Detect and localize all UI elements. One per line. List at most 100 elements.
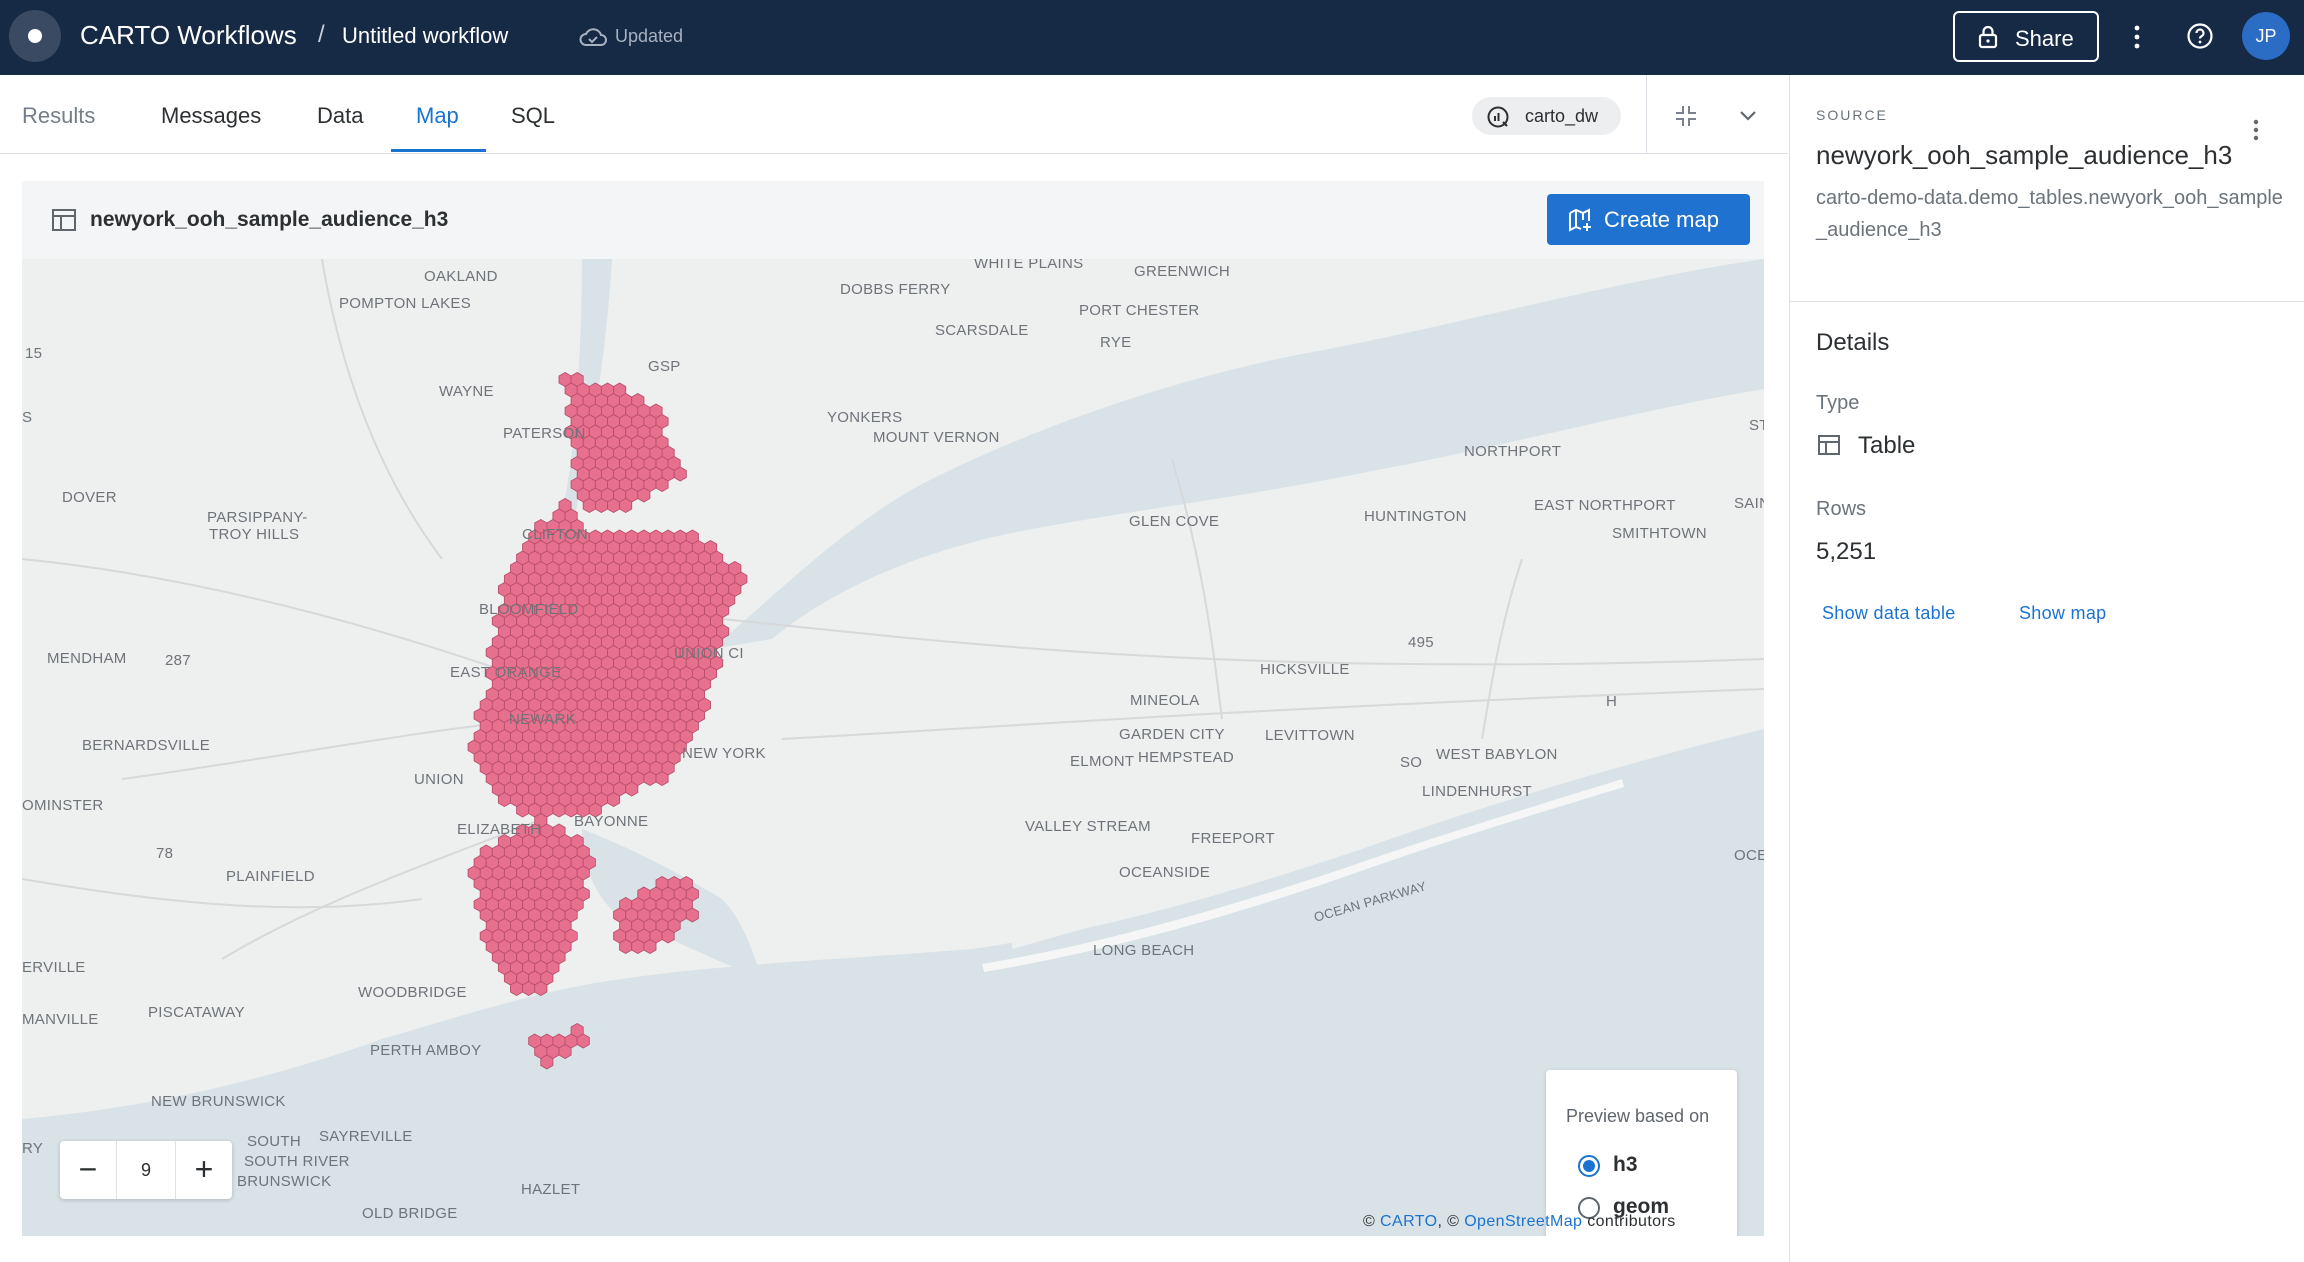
place-label: MENDHAM — [47, 650, 127, 667]
place-label: NEWARK — [509, 711, 577, 728]
place-label: SMITHTOWN — [1612, 525, 1707, 542]
place-label: ERVILLE — [22, 959, 86, 976]
place-label: SAYREVILLE — [319, 1128, 413, 1145]
connection-name: carto_dw — [1525, 106, 1599, 126]
place-label: SCARSDALE — [935, 322, 1029, 339]
zoom-out-button[interactable]: − — [60, 1141, 117, 1199]
place-label: CLIFTON — [522, 526, 588, 543]
show-map-button[interactable]: Show map — [2019, 603, 2106, 624]
osm-link[interactable]: OpenStreetMap — [1464, 1213, 1582, 1230]
workflow-title[interactable]: Untitled workflow — [342, 23, 508, 49]
h3-hexagon — [516, 802, 530, 818]
create-map-button[interactable]: Create map — [1547, 194, 1750, 245]
collapse-icon[interactable] — [1673, 103, 1699, 129]
place-label: 78 — [156, 845, 174, 862]
place-label: PARSIPPANY- — [207, 509, 308, 526]
place-label: YONKERS — [827, 409, 903, 426]
place-label: POMPTON LAKES — [339, 295, 471, 312]
place-label: RYE — [1100, 334, 1132, 351]
place-label: WEST BABYLON — [1436, 746, 1558, 763]
place-label: BAYONNE — [574, 813, 649, 830]
help-icon[interactable] — [2186, 22, 2214, 50]
place-label: GSP — [648, 358, 681, 375]
table-name: newyork_ooh_sample_audience_h3 — [90, 208, 449, 231]
table-icon — [52, 209, 76, 231]
more-options-icon[interactable] — [2246, 115, 2266, 145]
radio-h3-label[interactable]: h3 — [1613, 1153, 1638, 1177]
place-label: HUNTINGTON — [1364, 508, 1467, 525]
radio-h3[interactable] — [1578, 1155, 1600, 1177]
place-label: OCE — [1734, 847, 1764, 864]
chevron-down-icon[interactable] — [1736, 105, 1760, 127]
map-preview-card: newyork_ooh_sample_audience_h3 Create ma… — [22, 181, 1764, 1236]
connection-chip[interactable]: carto_dw — [1472, 97, 1621, 135]
map-canvas[interactable]: WHITE PLAINS GREENWICH OAKLAND DOBBS FER… — [22, 259, 1764, 1236]
place-label: EAST ORANGE — [450, 664, 562, 681]
top-bar: CARTO Workflows / Untitled workflow Upda… — [0, 0, 2304, 75]
h3-hexagon — [594, 497, 608, 514]
tab-data[interactable]: Data — [317, 103, 363, 129]
place-label: BRUNSWICK — [237, 1173, 332, 1190]
place-label: SOUTH RIVER — [244, 1153, 350, 1170]
show-data-table-button[interactable]: Show data table — [1822, 603, 1956, 624]
place-label: GREENWICH — [1134, 263, 1231, 280]
place-label: PATERSON — [503, 425, 586, 442]
h3-hexagon — [540, 1054, 554, 1070]
h3-hexagon — [673, 466, 687, 482]
place-label: LONG BEACH — [1093, 942, 1195, 959]
rows-value: 5,251 — [1816, 538, 1877, 565]
main-panel: newyork_ooh_sample_audience_h3 Create ma… — [0, 155, 1788, 1262]
tab-messages[interactable]: Messages — [161, 103, 261, 129]
h3-hexagon — [619, 497, 633, 514]
place-label: PERTH AMBOY — [370, 1042, 482, 1059]
place-label: OLD BRIDGE — [362, 1205, 458, 1222]
app-title[interactable]: CARTO Workflows — [80, 20, 297, 51]
h3-hexagon — [607, 791, 621, 808]
place-label: OAKLAND — [424, 268, 498, 285]
place-label: OCEANSIDE — [1119, 864, 1211, 881]
active-tab-indicator — [391, 149, 486, 152]
place-label: 495 — [1408, 634, 1434, 651]
place-label: MANVILLE — [22, 1011, 99, 1028]
place-label: BLOOMFIELD — [479, 601, 579, 618]
h3-hexagon — [661, 928, 675, 944]
place-label: WHITE PLAINS — [974, 259, 1084, 272]
attribution-suffix: contributors — [1582, 1213, 1676, 1230]
preview-based-on-panel: Preview based on h3 geom — [1546, 1070, 1737, 1236]
place-label: PISCATAWAY — [148, 1004, 245, 1021]
create-map-label: Create map — [1604, 207, 1719, 232]
place-label: HICKSVILLE — [1260, 661, 1350, 678]
h3-hexagon — [637, 487, 651, 503]
zoom-level: 9 — [140, 1160, 151, 1180]
attribution-mid: , © — [1437, 1213, 1465, 1230]
h3-hexagon — [643, 770, 657, 787]
h3-hexagon — [558, 1043, 572, 1060]
divider — [1646, 75, 1647, 153]
place-label: WAYNE — [439, 383, 494, 400]
h3-hexagon — [497, 791, 511, 808]
connection-icon — [1487, 106, 1509, 128]
zoom-in-button[interactable]: + — [175, 1141, 232, 1199]
share-button[interactable]: Share — [1953, 11, 2099, 62]
carto-link[interactable]: CARTO — [1380, 1213, 1437, 1230]
place-label: EAST NORTHPORT — [1534, 497, 1676, 514]
source-name: newyork_ooh_sample_audience_h3 — [1816, 140, 2233, 170]
h3-hexagon — [522, 980, 536, 997]
preview-title: Preview based on — [1566, 1106, 1710, 1126]
more-options-icon[interactable] — [2125, 22, 2149, 52]
user-avatar[interactable]: JP — [2242, 12, 2290, 60]
place-label: HEMPSTEAD — [1138, 749, 1235, 766]
place-label: GARDEN CITY — [1119, 726, 1225, 743]
source-label: SOURCE — [1816, 107, 1888, 123]
rows-label: Rows — [1816, 498, 1867, 520]
h3-hexagon — [607, 497, 621, 514]
tab-results[interactable]: Results — [22, 103, 95, 129]
place-label: UNION CI — [674, 645, 744, 662]
tab-sql[interactable]: SQL — [511, 103, 555, 129]
place-label: WOODBRIDGE — [358, 984, 467, 1001]
divider — [1790, 301, 2304, 302]
place-label: GLEN COVE — [1129, 513, 1220, 530]
tab-map[interactable]: Map — [416, 103, 459, 129]
carto-logo-icon[interactable] — [9, 10, 61, 62]
h3-hexagon — [619, 938, 633, 955]
